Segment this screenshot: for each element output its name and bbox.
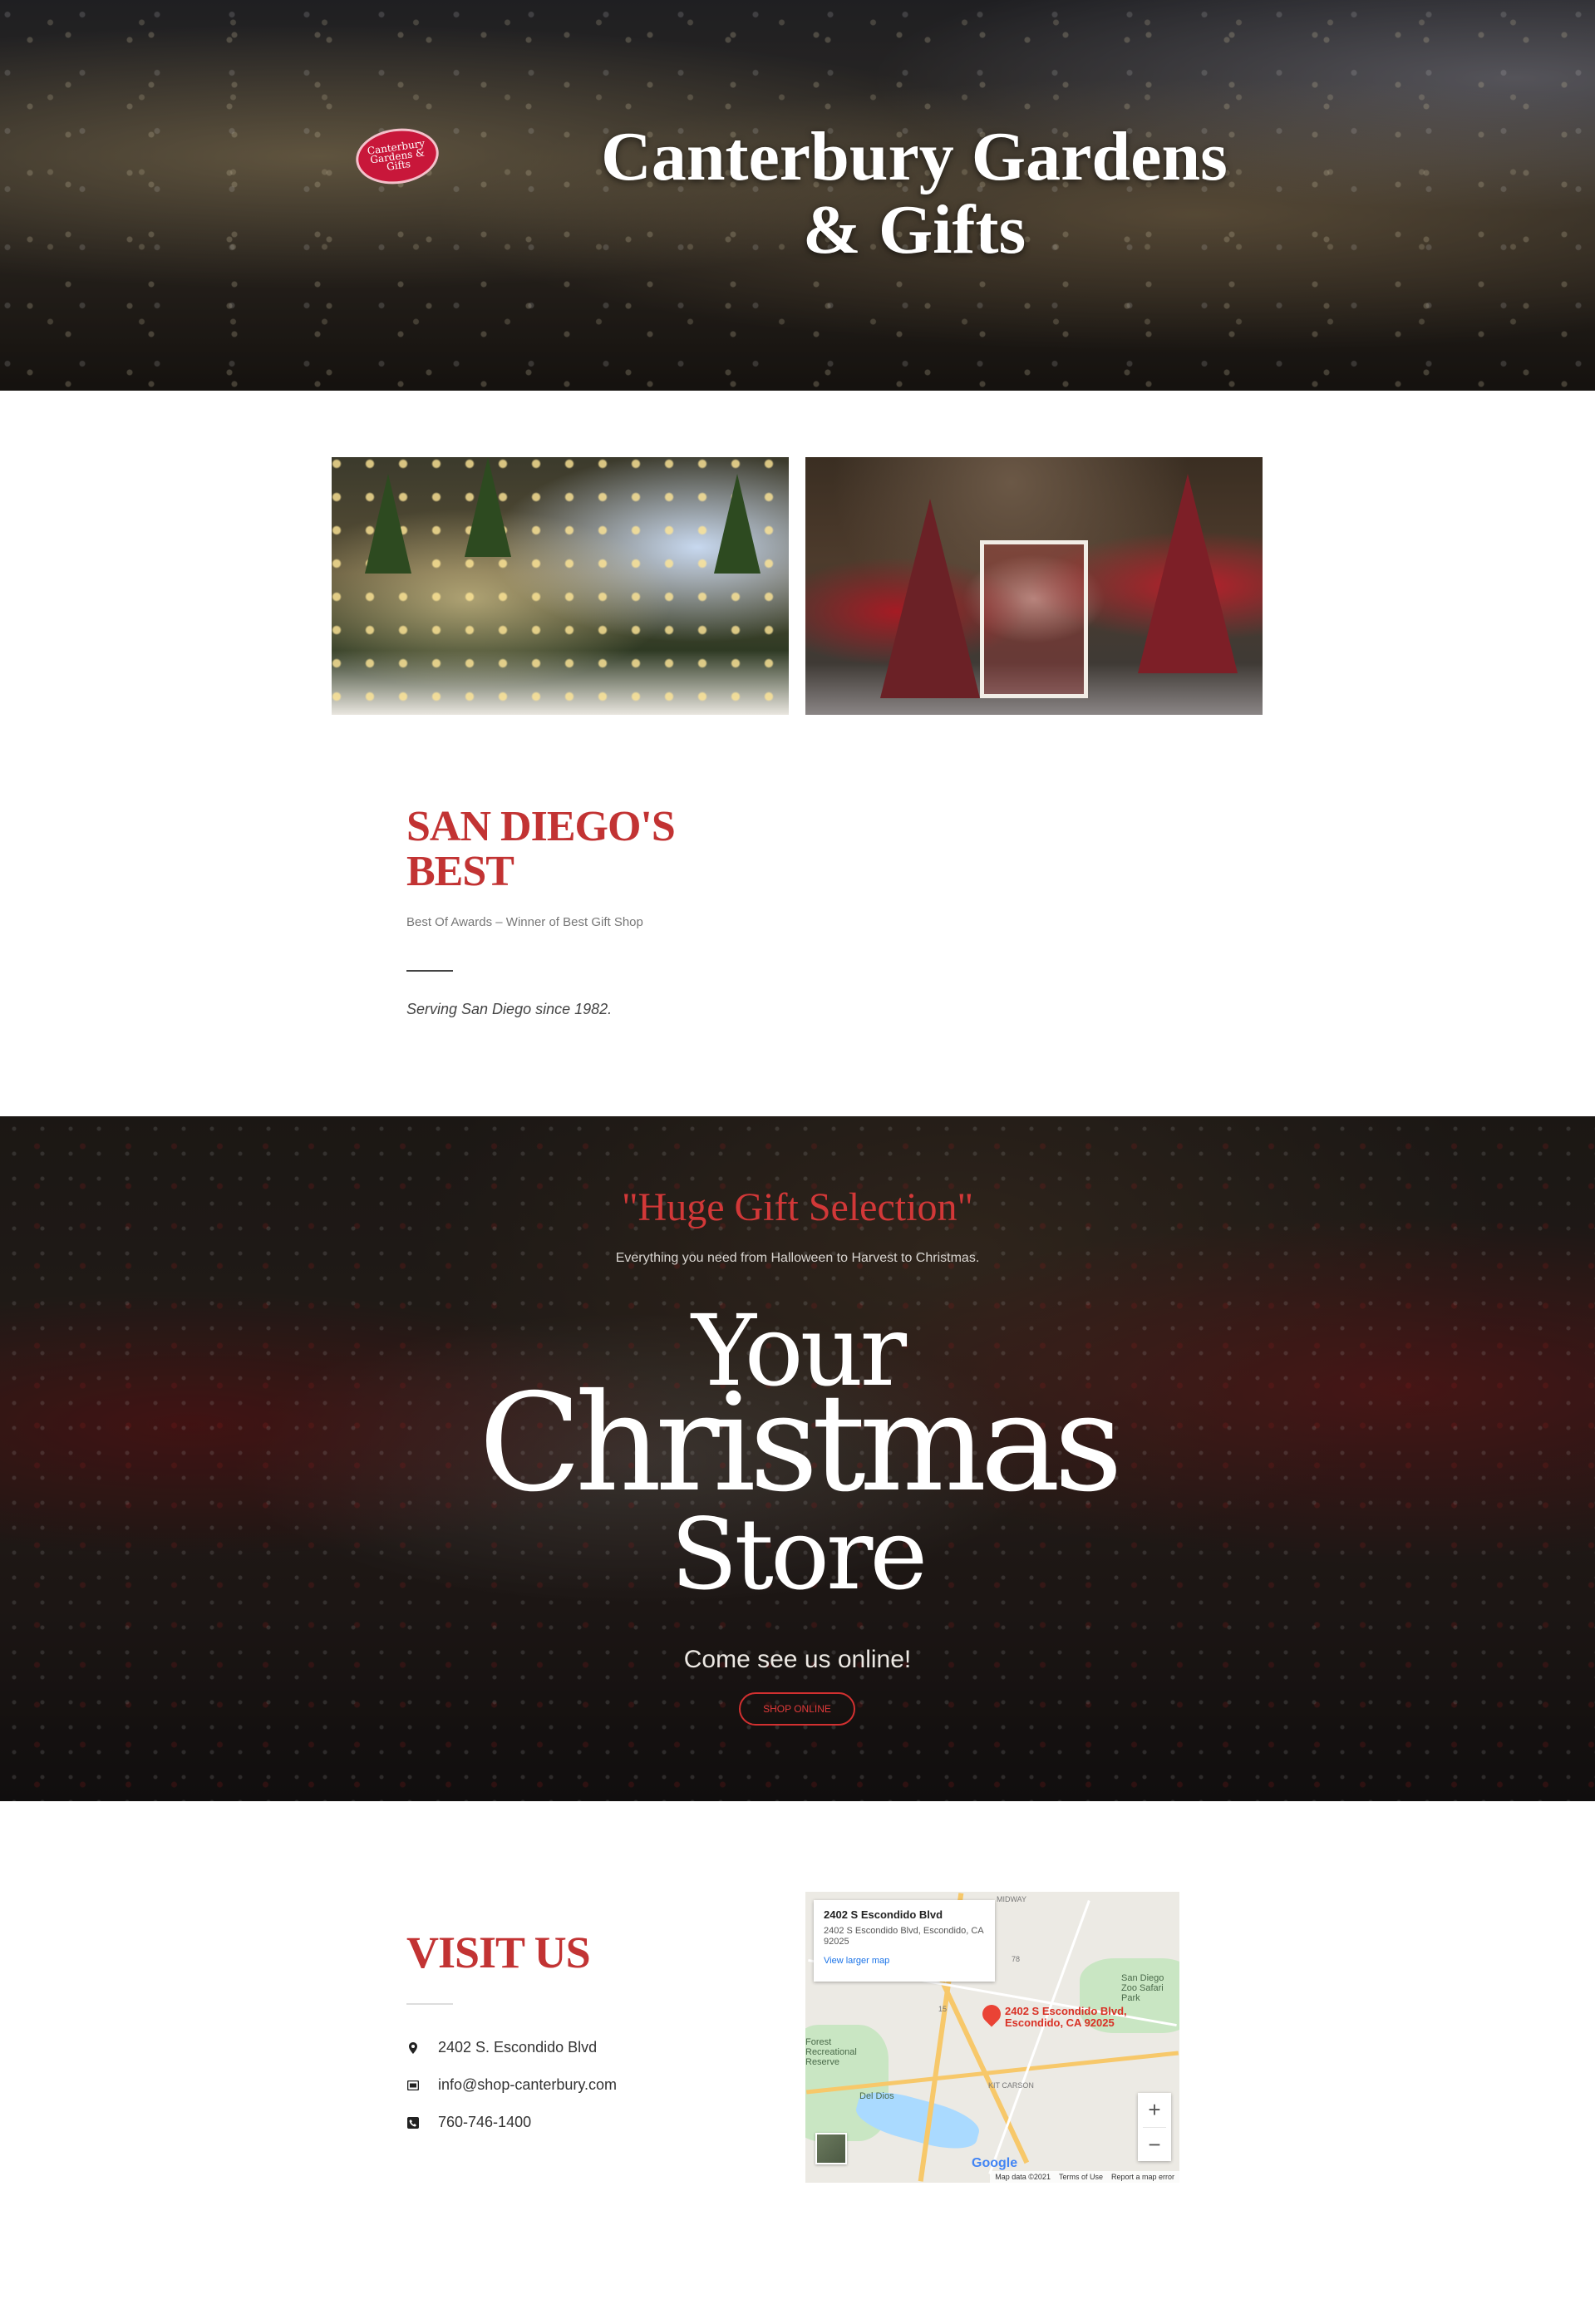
address-text: 2402 S. Escondido Blvd <box>438 2039 598 2056</box>
store-photo-christmas-trees <box>805 457 1263 715</box>
promo-cta-text: Come see us online! <box>683 1646 912 1673</box>
satellite-toggle-button[interactable] <box>815 2133 847 2164</box>
best-subtitle: Best Of Awards – Winner of Best Gift Sho… <box>406 915 643 929</box>
report-error-link[interactable]: Report a map error <box>1111 2173 1174 2181</box>
best-heading-line2: BEST <box>406 848 514 895</box>
shop-online-button[interactable]: SHOP ONLINE <box>739 1692 855 1726</box>
best-heading: SAN DIEGO'S BEST <box>406 805 739 894</box>
best-heading-line1: SAN DIEGO'S <box>406 803 676 850</box>
route-78-shield: 78 <box>1012 1955 1021 1963</box>
google-logo: Google <box>972 2156 1018 2170</box>
map-data-credit: Map data ©2021 <box>995 2173 1051 2181</box>
site-title: Canterbury Gardens & Gifts <box>465 121 1363 267</box>
route-15-shield: 15 <box>938 2005 948 2013</box>
google-map[interactable]: MIDWAY San Diego Zoo Safari Park Forest … <box>805 1892 1179 2183</box>
envelope-icon <box>406 2079 420 2092</box>
promo-headline-line2: Christmas <box>478 1366 1123 1522</box>
promo-headline-line3: Store <box>670 1497 928 1612</box>
divider <box>406 2003 453 2005</box>
contact-email[interactable]: info@shop-canterbury.com <box>406 2076 617 2094</box>
map-pin-label: 2402 S Escondido Blvd, Escondido, CA 920… <box>1005 2005 1127 2029</box>
map-zoom-control: + − <box>1138 2093 1171 2161</box>
map-footer: Map data ©2021 Terms of Use Report a map… <box>990 2171 1179 2183</box>
map-card-address: 2402 S Escondido Blvd, Escondido, CA 920… <box>824 1926 984 1947</box>
view-larger-map-link[interactable]: View larger map <box>824 1956 985 1966</box>
zoom-out-button[interactable]: − <box>1138 2128 1171 2162</box>
map-label-zoo: San Diego Zoo Safari Park <box>1121 1973 1164 2003</box>
visit-heading: VISIT US <box>406 1928 591 1977</box>
divider <box>406 970 453 972</box>
map-label-del-dios: Del Dios <box>859 2091 894 2101</box>
map-label-forest: Forest Recreational Reserve <box>805 2037 857 2067</box>
map-pin-icon[interactable] <box>978 2001 1005 2027</box>
phone-link[interactable]: 760-746-1400 <box>438 2114 531 2131</box>
map-label-midway: MIDWAY <box>997 1895 1026 1903</box>
site-title-line1: Canterbury Gardens <box>601 118 1228 195</box>
map-card-title: 2402 S Escondido Blvd <box>824 1908 943 1921</box>
terms-link[interactable]: Terms of Use <box>1059 2173 1103 2181</box>
promo-quote-subtitle: Everything you need from Halloween to Ha… <box>615 1251 980 1265</box>
tagline: Serving San Diego since 1982. <box>406 1001 613 1017</box>
store-photo-village-display <box>332 457 789 715</box>
map-label-kit-carson: KIT CARSON <box>988 2081 1034 2090</box>
phone-icon <box>406 2116 420 2130</box>
contact-address: 2402 S. Escondido Blvd <box>406 2039 597 2056</box>
email-link[interactable]: info@shop-canterbury.com <box>438 2076 617 2094</box>
zoom-in-button[interactable]: + <box>1138 2093 1171 2127</box>
site-title-line2: & Gifts <box>802 191 1026 268</box>
map-info-card: 2402 S Escondido Blvd 2402 S Escondido B… <box>814 1900 995 1982</box>
map-marker-icon <box>406 2041 420 2055</box>
brand-logo-text: Canterbury Gardens & Gifts <box>366 136 426 173</box>
promo-quote: "Huge Gift Selection" <box>621 1185 974 1229</box>
contact-phone[interactable]: 760-746-1400 <box>406 2114 531 2131</box>
